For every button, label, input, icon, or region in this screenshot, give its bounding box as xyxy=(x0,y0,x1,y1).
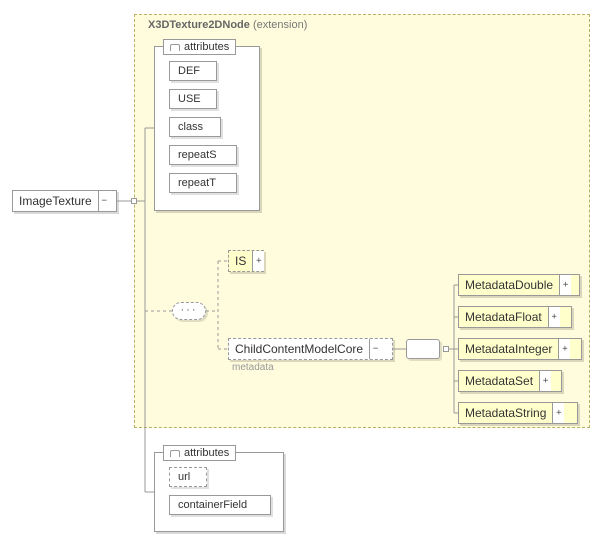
expand-handle[interactable]: + xyxy=(552,403,564,423)
choice-expand-stub[interactable] xyxy=(443,346,449,352)
collapse-handle[interactable]: − xyxy=(98,191,110,211)
collapse-handle[interactable]: − xyxy=(369,339,381,359)
node-metadata-string[interactable]: MetadataString + xyxy=(458,402,578,424)
attr-url[interactable]: url xyxy=(169,467,207,487)
node-image-texture-label: ImageTexture xyxy=(13,191,98,211)
node-metadata-string-label: MetadataString xyxy=(459,403,552,423)
metadata-note: metadata xyxy=(232,362,274,373)
expand-handle[interactable]: + xyxy=(558,339,570,359)
attributes-group-title: attributes xyxy=(163,39,236,55)
node-metadata-integer-label: MetadataInteger xyxy=(459,339,558,359)
attr-class[interactable]: class xyxy=(169,117,221,137)
sequence-indicator xyxy=(172,302,206,320)
attributes-group-extension: attributes DEF USE class repeatS repeatT xyxy=(154,46,260,211)
expand-handle[interactable]: + xyxy=(252,251,264,271)
node-metadata-set[interactable]: MetadataSet + xyxy=(458,370,562,392)
connector-stub xyxy=(131,198,137,204)
node-child-content-model-core[interactable]: ChildContentModelCore − xyxy=(228,338,393,360)
node-metadata-float-label: MetadataFloat xyxy=(459,307,548,327)
schema-diagram: X3DTexture2DNode (extension) ImageTextur… xyxy=(0,0,599,544)
expand-handle[interactable]: + xyxy=(559,275,571,295)
choice-indicator xyxy=(406,339,440,359)
node-metadata-integer[interactable]: MetadataInteger + xyxy=(458,338,582,360)
attr-repeatt[interactable]: repeatT xyxy=(169,173,237,193)
attr-def[interactable]: DEF xyxy=(169,61,217,81)
node-is[interactable]: IS + xyxy=(228,250,264,272)
node-metadata-double[interactable]: MetadataDouble + xyxy=(458,274,580,296)
expand-handle[interactable]: + xyxy=(539,371,551,391)
attributes-group-title: attributes xyxy=(163,445,236,461)
node-ccmc-label: ChildContentModelCore xyxy=(229,339,369,359)
choice-icon xyxy=(409,342,437,357)
attr-containerfield[interactable]: containerField xyxy=(169,495,271,515)
attr-use[interactable]: USE xyxy=(169,89,217,109)
expand-handle[interactable]: + xyxy=(548,307,560,327)
node-metadata-set-label: MetadataSet xyxy=(459,371,539,391)
attr-repeats[interactable]: repeatS xyxy=(169,145,237,165)
attributes-group-local: attributes url containerField xyxy=(154,452,284,532)
node-metadata-float[interactable]: MetadataFloat + xyxy=(458,306,572,328)
node-image-texture[interactable]: ImageTexture − xyxy=(12,190,117,212)
node-is-label: IS xyxy=(229,251,252,271)
extension-title: X3DTexture2DNode (extension) xyxy=(148,19,307,31)
node-metadata-double-label: MetadataDouble xyxy=(459,275,559,295)
